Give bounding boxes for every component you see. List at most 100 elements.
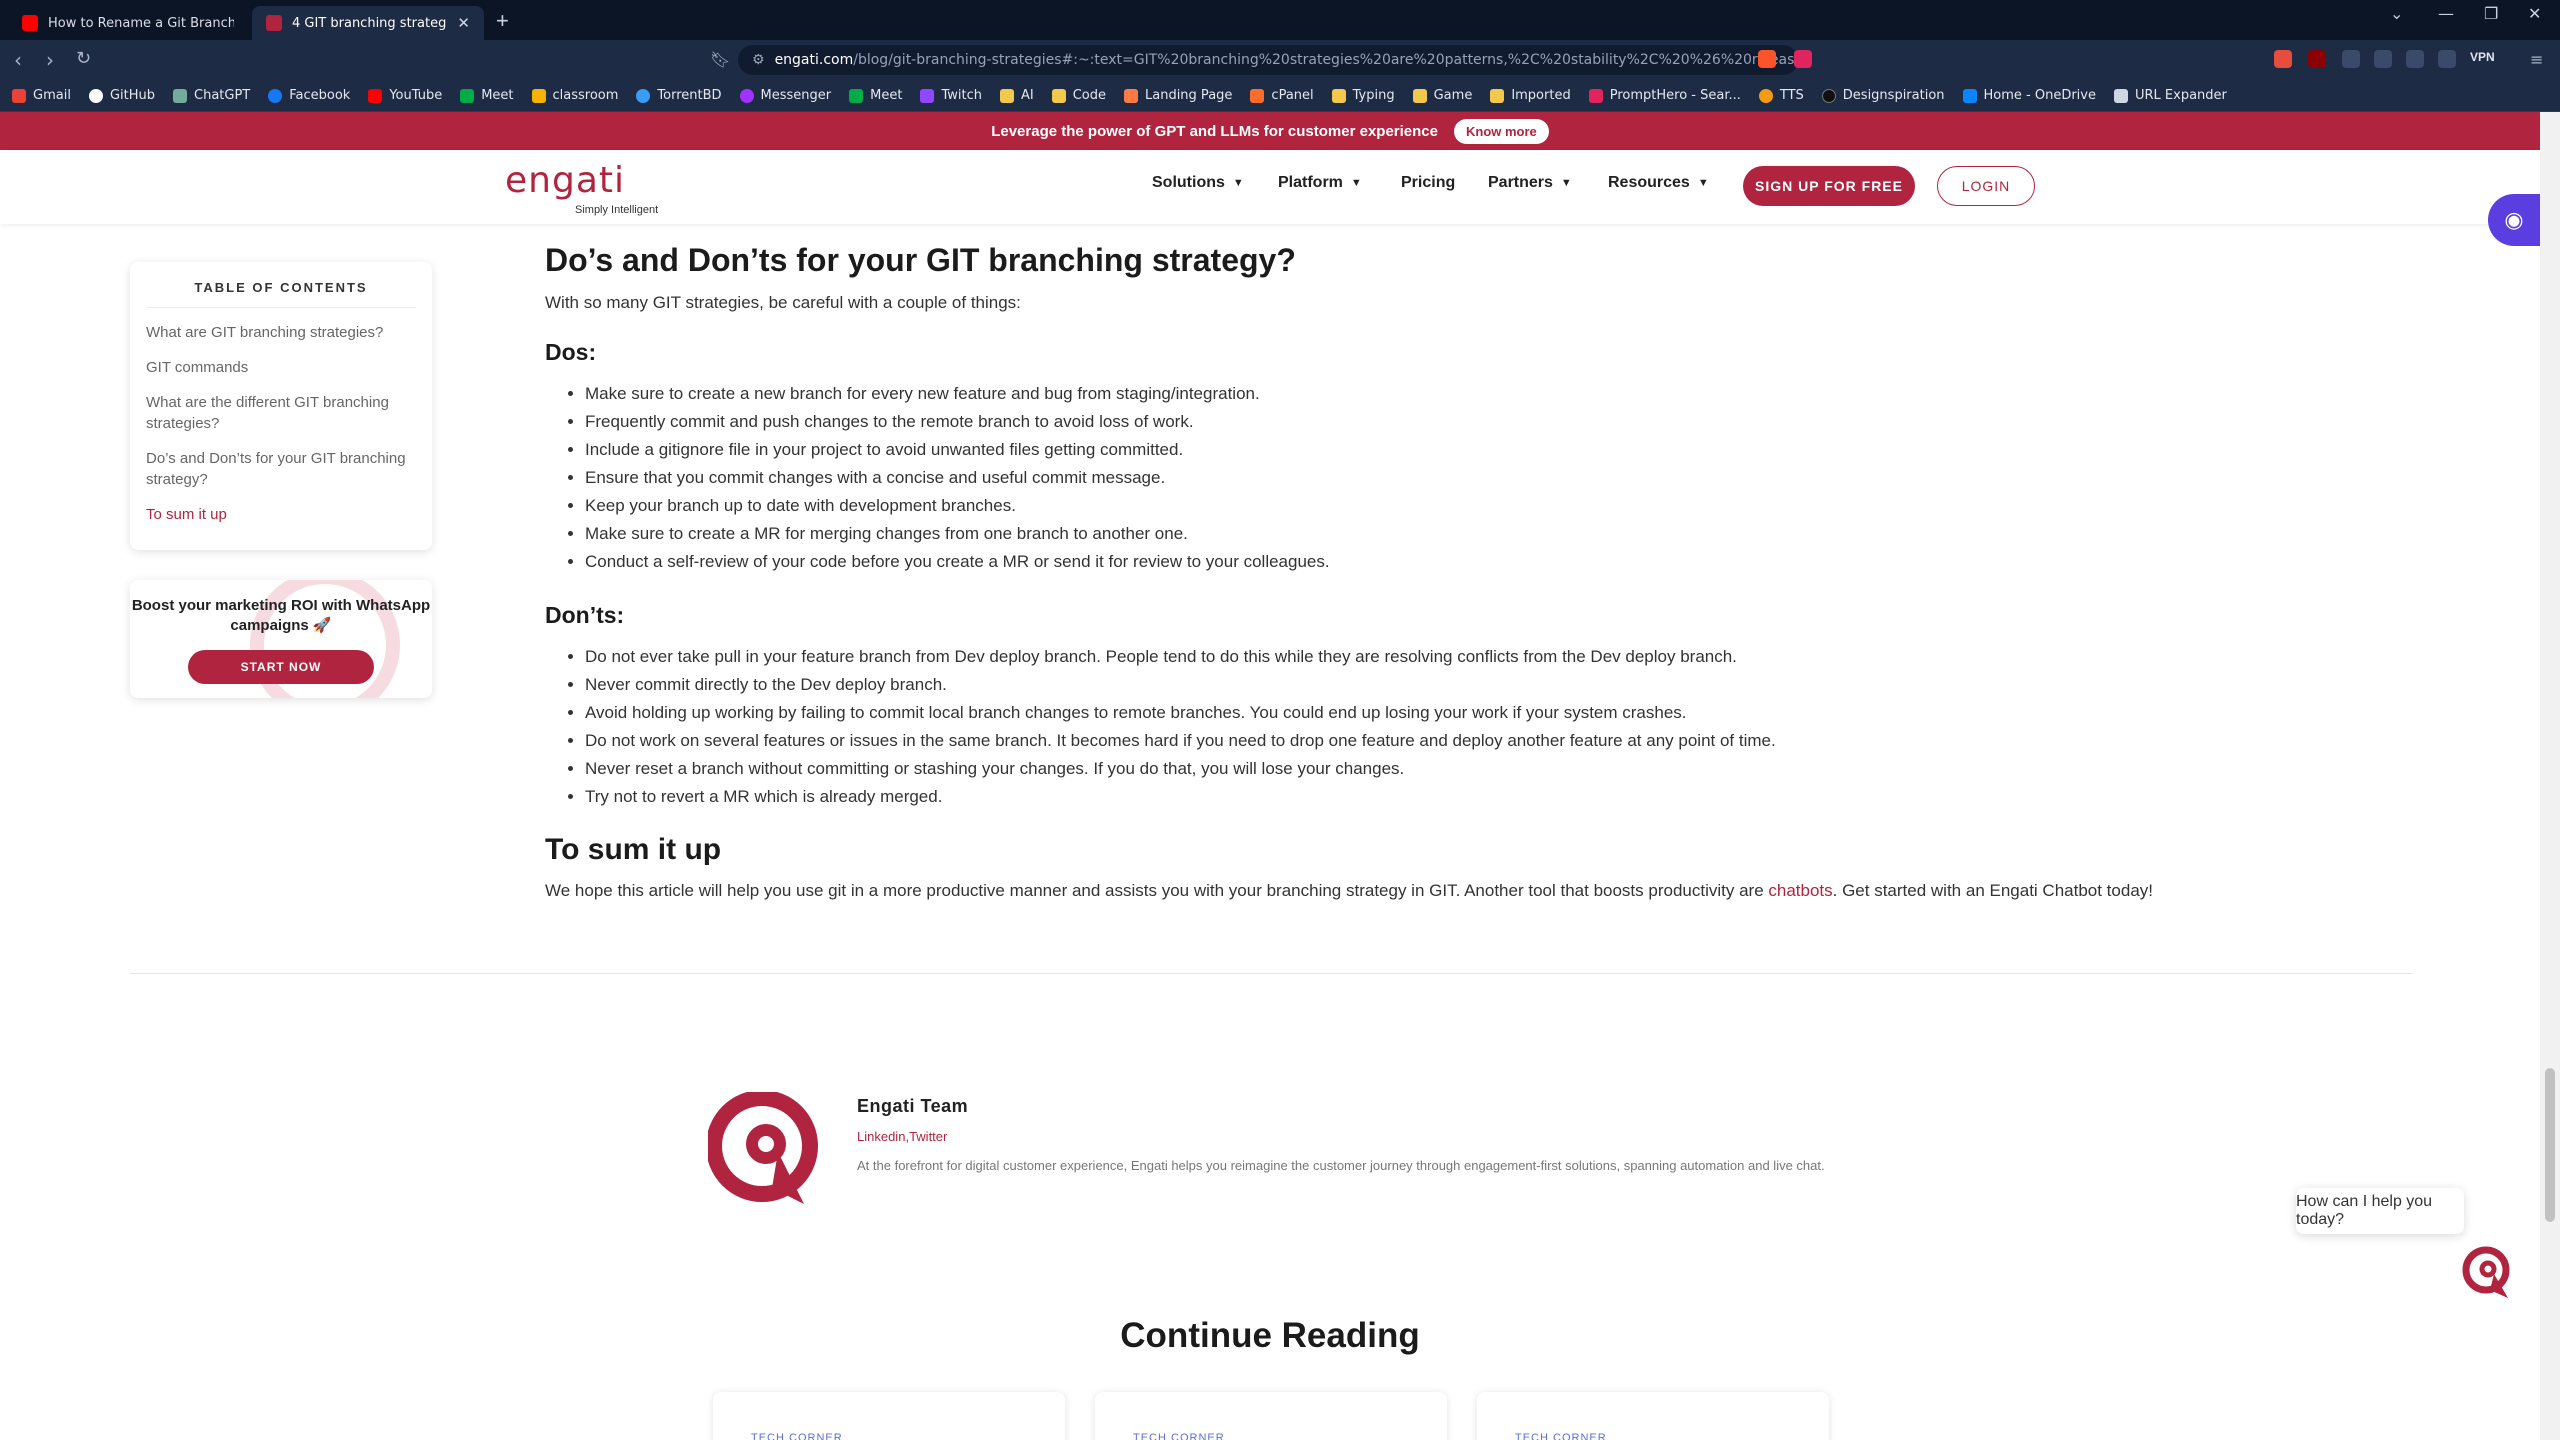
- url-expander-icon: [2114, 88, 2128, 103]
- bookmark-torrentbd[interactable]: TorrentBD: [636, 88, 722, 103]
- bookmark-chatgpt[interactable]: ChatGPT: [173, 88, 250, 103]
- sum-heading: To sum it up: [545, 833, 722, 866]
- brave-shield-icon[interactable]: [1758, 50, 1776, 68]
- prompthero-icon: [1588, 88, 1603, 103]
- bookmark-folder-typing[interactable]: Typing: [1331, 88, 1395, 103]
- sidebar-icon[interactable]: [2406, 50, 2424, 68]
- close-window-icon[interactable]: ✕: [2528, 4, 2541, 23]
- bookmark-folder-game[interactable]: Game: [1412, 88, 1472, 103]
- linkedin-link[interactable]: Linkedin: [857, 1129, 905, 1144]
- tab-search-icon[interactable]: ⌄: [2390, 4, 2403, 23]
- bookmark-designspiration[interactable]: Designspiration: [1821, 88, 1945, 103]
- vpn-button[interactable]: VPN: [2470, 50, 2495, 64]
- bookmark-tts[interactable]: TTS: [1758, 88, 1804, 103]
- bookmark-gmail[interactable]: Gmail: [12, 88, 71, 103]
- wallet-icon[interactable]: [2438, 50, 2456, 68]
- engati-avatar-icon: [708, 1092, 818, 1204]
- extensions-puzzle-icon[interactable]: [2342, 50, 2360, 68]
- accessibility-widget-icon[interactable]: ◉: [2488, 194, 2540, 246]
- address-host: engati.com: [774, 52, 854, 68]
- whatsapp-promo-card: Boost your marketing ROI with WhatsApp c…: [130, 580, 432, 698]
- donts-heading: Don’ts:: [545, 602, 625, 628]
- bookmark-messenger[interactable]: Messenger: [739, 88, 831, 103]
- article-card[interactable]: TECH CORNER: [713, 1392, 1065, 1440]
- extension-icon[interactable]: [2274, 50, 2292, 68]
- close-tab-icon[interactable]: ✕: [457, 14, 470, 32]
- maximize-icon[interactable]: ❐: [2484, 4, 2498, 23]
- bookmark-url-expander[interactable]: URL Expander: [2114, 88, 2227, 103]
- github-icon: [88, 88, 103, 103]
- designspiration-icon: [1821, 88, 1836, 103]
- bookmark-onedrive[interactable]: Home - OneDrive: [1962, 88, 2096, 103]
- address-bar[interactable]: ⚙ engati.com /blog/git-branching-strateg…: [738, 45, 1798, 75]
- brave-rewards-icon[interactable]: [1794, 50, 1812, 68]
- browser-tab-active[interactable]: 4 GIT branching strategies that ✕: [252, 6, 484, 40]
- toc-item-active[interactable]: To sum it up: [146, 504, 416, 525]
- nav-pricing[interactable]: Pricing: [1401, 174, 1455, 192]
- menu-icon[interactable]: ≡: [2530, 50, 2543, 69]
- bookmark-classroom[interactable]: classroom: [531, 88, 618, 103]
- cpanel-icon: [1250, 88, 1265, 103]
- bookmark-cpanel[interactable]: cPanel: [1250, 88, 1314, 103]
- meet-icon: [460, 88, 475, 103]
- engati-logo[interactable]: engati Simply Intelligent: [505, 160, 658, 216]
- folder-icon: [1490, 88, 1505, 103]
- nav-solutions[interactable]: Solutions ▼: [1152, 174, 1244, 192]
- know-more-button[interactable]: Know more: [1453, 118, 1549, 144]
- nav-partners[interactable]: Partners ▼: [1488, 174, 1572, 192]
- classroom-icon: [531, 88, 546, 103]
- article-card[interactable]: TECH CORNER: [1095, 1392, 1447, 1440]
- author-name: Engati Team: [857, 1096, 969, 1116]
- bookmark-github[interactable]: GitHub: [88, 88, 155, 103]
- chat-prompt-bubble[interactable]: How can I help you today?: [2296, 1188, 2464, 1234]
- start-now-button[interactable]: START NOW: [188, 650, 374, 684]
- nav-resources[interactable]: Resources ▼: [1608, 174, 1709, 192]
- list-item: Do not ever take pull in your feature br…: [585, 643, 2445, 671]
- tab-title: How to Rename a Git Branch [Beginner's G…: [48, 15, 234, 31]
- nav-platform[interactable]: Platform ▼: [1278, 174, 1362, 192]
- twitter-link[interactable]: Twitter: [909, 1129, 947, 1144]
- scrollbar-thumb[interactable]: [2545, 1068, 2555, 1222]
- signup-button[interactable]: SIGN UP FOR FREE: [1743, 166, 1915, 206]
- article-card[interactable]: TECH CORNER: [1477, 1392, 1829, 1440]
- chatbots-link[interactable]: chatbots: [1768, 881, 1832, 900]
- chatgpt-icon: [173, 88, 187, 103]
- bookmark-meet-2[interactable]: Meet: [849, 88, 902, 103]
- toc-item[interactable]: What are GIT branching strategies?: [146, 322, 416, 343]
- bookmark-folder-ai[interactable]: AI: [999, 88, 1034, 103]
- bookmark-facebook[interactable]: Facebook: [268, 88, 350, 103]
- toc-item[interactable]: GIT commands: [146, 357, 416, 378]
- bookmark-prompthero[interactable]: PromptHero - Sear...: [1588, 88, 1741, 103]
- login-button[interactable]: LOGIN: [1937, 166, 2035, 206]
- list-item: Frequently commit and push changes to th…: [585, 408, 2445, 436]
- site-header: engati Simply Intelligent Solutions ▼ Pla…: [0, 150, 2540, 224]
- bookmark-meet[interactable]: Meet: [460, 88, 514, 103]
- chat-launcher-icon[interactable]: [2462, 1246, 2512, 1300]
- extension-icon[interactable]: [2308, 50, 2326, 68]
- dos-heading: Dos:: [545, 339, 597, 365]
- torrentbd-icon: [636, 88, 651, 103]
- forward-icon[interactable]: ›: [46, 48, 54, 72]
- table-of-contents: TABLE OF CONTENTS What are GIT branching…: [130, 262, 432, 550]
- web-page: Leverage the power of GPT and LLMs for c…: [0, 112, 2540, 1440]
- bookmark-folder-code[interactable]: Code: [1051, 88, 1106, 103]
- minimize-icon[interactable]: —: [2438, 4, 2454, 23]
- promo-banner: Leverage the power of GPT and LLMs for c…: [0, 112, 2540, 150]
- tts-icon: [1758, 88, 1773, 103]
- browser-tab[interactable]: How to Rename a Git Branch [Beginner's G…: [8, 6, 248, 40]
- back-icon[interactable]: ‹: [14, 48, 22, 72]
- folder-icon: [1051, 88, 1066, 103]
- list-item: Do not work on several features or issue…: [585, 727, 2445, 755]
- page-scrollbar[interactable]: [2540, 112, 2560, 1440]
- bookmark-landing-page[interactable]: Landing Page: [1124, 88, 1232, 103]
- site-info-icon[interactable]: ⚙: [752, 52, 765, 68]
- toc-item[interactable]: Do’s and Don’ts for your GIT branching s…: [146, 448, 416, 490]
- new-tab-icon[interactable]: +: [496, 8, 509, 34]
- media-icon[interactable]: [2374, 50, 2392, 68]
- bookmark-icon[interactable]: 🔖︎: [710, 50, 730, 69]
- toc-item[interactable]: What are the different GIT branching str…: [146, 392, 416, 434]
- bookmark-folder-imported[interactable]: Imported: [1490, 88, 1571, 103]
- bookmark-youtube[interactable]: YouTube: [368, 88, 442, 103]
- reload-icon[interactable]: ↻: [76, 48, 91, 69]
- bookmark-twitch[interactable]: Twitch: [920, 88, 982, 103]
